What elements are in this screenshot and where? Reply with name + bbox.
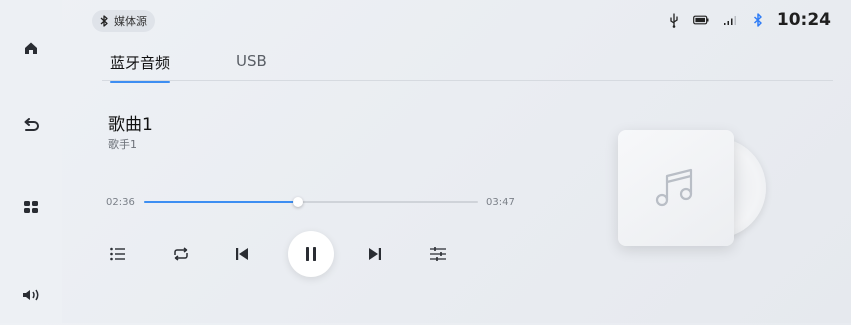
main-panel: 媒体源 10:24 蓝牙音频 USB 歌曲1 歌手1 02:36 03:47	[62, 0, 851, 323]
bluetooth-icon	[100, 15, 108, 27]
song-title: 歌曲1	[108, 115, 153, 135]
tab-divider	[102, 80, 833, 81]
usb-icon	[670, 12, 678, 28]
previous-button[interactable]	[224, 236, 260, 272]
source-tabs: 蓝牙音频 USB	[110, 52, 267, 83]
home-icon	[25, 42, 37, 54]
next-button[interactable]	[357, 236, 393, 272]
volume-button[interactable]	[0, 265, 62, 325]
sidebar	[0, 0, 62, 323]
apps-button[interactable]	[0, 177, 62, 237]
home-button[interactable]	[0, 18, 62, 78]
progress-bar[interactable]	[144, 197, 478, 207]
playlist-button[interactable]	[100, 236, 136, 272]
media-source-label: 媒体源	[114, 15, 147, 28]
equalizer-icon	[430, 247, 446, 261]
bluetooth-status-icon	[753, 13, 762, 27]
progress-handle[interactable]	[292, 197, 303, 207]
tab-usb[interactable]: USB	[236, 52, 267, 83]
equalizer-button[interactable]	[420, 236, 456, 272]
progress-fill	[144, 201, 298, 203]
clock: 10:24	[776, 10, 831, 30]
status-bar: 10:24	[669, 8, 831, 32]
previous-icon	[236, 248, 248, 260]
next-icon	[369, 248, 381, 260]
repeat-icon	[174, 247, 188, 261]
back-icon	[24, 118, 39, 131]
music-note-icon	[655, 168, 693, 207]
battery-icon	[692, 15, 709, 25]
back-button[interactable]	[0, 96, 62, 156]
total-time: 03:47	[486, 197, 515, 208]
pause-icon	[306, 247, 316, 261]
volume-icon	[23, 289, 39, 301]
media-source-chip[interactable]: 媒体源	[92, 10, 155, 32]
repeat-button[interactable]	[163, 236, 199, 272]
album-cover	[618, 130, 734, 246]
apps-icon	[24, 201, 38, 213]
playlist-icon	[110, 247, 125, 261]
artist-name: 歌手1	[108, 138, 137, 151]
current-time: 02:36	[106, 197, 135, 208]
signal-icon	[723, 16, 736, 25]
pause-button[interactable]	[288, 231, 334, 277]
tab-bluetooth-audio[interactable]: 蓝牙音频	[110, 52, 171, 83]
